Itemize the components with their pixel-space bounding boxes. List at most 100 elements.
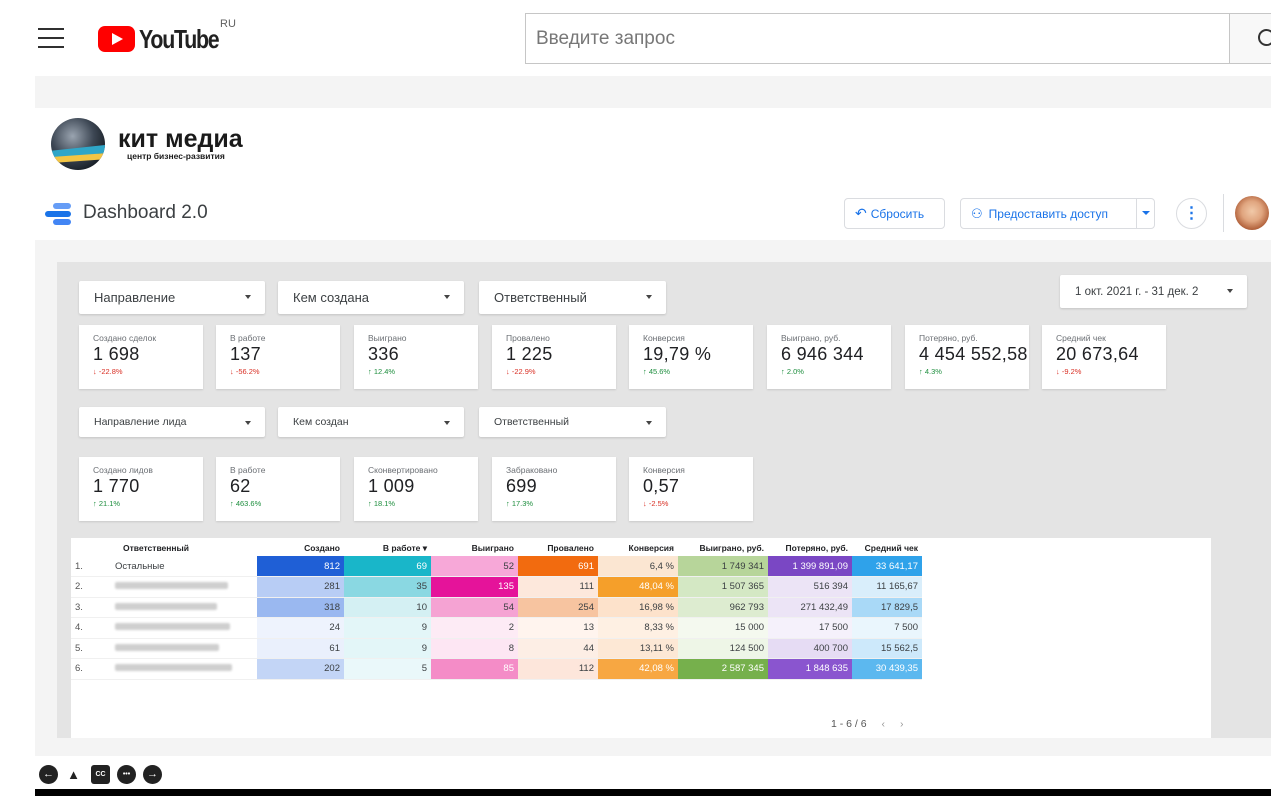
captions-icon[interactable]: CC xyxy=(91,765,110,784)
kpi-value: 699 xyxy=(506,476,537,496)
report-canvas: Направление Кем создана Ответственный 1 … xyxy=(57,262,1271,738)
column-header[interactable]: В работе ▾ xyxy=(344,540,431,556)
kpi-value: 336 xyxy=(368,344,399,364)
deal-kpi-card: Провалено 1 225 ↓ -22.9% xyxy=(492,325,616,389)
kpi-value: 6 946 344 xyxy=(781,344,864,364)
search-icon xyxy=(1258,29,1271,46)
responsible-name xyxy=(111,617,257,639)
column-header[interactable]: Выиграно, руб. xyxy=(678,540,768,556)
data-table: Ответственный Создано В работе ▾ Выиграно Пр… xyxy=(71,540,922,680)
kpi-delta: ↓ -22.8% xyxy=(93,367,123,376)
reset-button[interactable]: ↶ Сбросить xyxy=(844,198,945,229)
redacted-name xyxy=(115,643,219,651)
kpi-label: Создано сделок xyxy=(93,333,157,343)
table-cell: 17 829,5 xyxy=(852,597,922,618)
table-cell: 9 xyxy=(344,617,431,639)
player-controls: ← ▲ CC ••• → xyxy=(35,756,1271,790)
kpi-value: 0,57 xyxy=(643,476,680,496)
kpi-delta: ↑ 463.6% xyxy=(230,499,262,508)
responsible-name xyxy=(111,576,257,598)
table-cell: 5 xyxy=(344,658,431,680)
region-label: RU xyxy=(220,18,236,30)
kpi-label: Создано лидов xyxy=(93,465,153,475)
column-header[interactable]: Провалено xyxy=(518,540,598,556)
column-header[interactable]: Потеряно, руб. xyxy=(768,540,852,556)
column-header[interactable]: Ответственный xyxy=(111,540,257,556)
upload-icon[interactable]: ▲ xyxy=(64,765,83,784)
search-button[interactable] xyxy=(1229,13,1271,64)
more-icon[interactable]: ••• xyxy=(117,765,136,784)
table-row[interactable]: 4. 24 9 2 13 8,33 % 15 000 17 500 7 500 xyxy=(71,617,922,639)
filter-lead-direction[interactable]: Направление лида xyxy=(79,407,265,437)
more-options-icon[interactable]: ⋮ xyxy=(1176,198,1207,229)
kpi-value: 1 770 xyxy=(93,476,140,496)
table-cell: 13 xyxy=(518,617,598,639)
responsible-name: Остальные xyxy=(111,556,257,577)
table-row[interactable]: 5. 61 9 8 44 13,11 % 124 500 400 700 15 562,5 xyxy=(71,638,922,659)
date-range-picker[interactable]: 1 окт. 2021 г. - 31 дек. 2 xyxy=(1060,275,1247,308)
column-header[interactable]: Средний чек xyxy=(852,540,922,556)
filter-lead-responsible[interactable]: Ответственный xyxy=(479,407,666,437)
search-input[interactable] xyxy=(526,14,1229,63)
share-button[interactable]: ⚇ Предоставить доступ xyxy=(960,198,1155,229)
table-cell: 10 xyxy=(344,597,431,618)
table-cell: 11 165,67 xyxy=(852,576,922,598)
table-row[interactable]: 6. 202 5 85 112 42,08 % 2 587 345 1 848 635 30 4… xyxy=(71,658,922,680)
table-cell: 202 xyxy=(257,658,344,680)
table-row[interactable]: 3. 318 10 54 254 16,98 % 962 793 271 432,49 17 8… xyxy=(71,597,922,618)
pagination-label: 1 - 6 / 6 xyxy=(831,718,867,730)
avatar[interactable] xyxy=(1235,196,1269,230)
column-header[interactable]: Выиграно xyxy=(431,540,518,556)
table-cell: 8,33 % xyxy=(598,617,678,639)
next-page-icon[interactable]: › xyxy=(900,718,904,730)
row-index: 6. xyxy=(71,658,111,680)
table-cell: 7 500 xyxy=(852,617,922,639)
kpi-delta: ↑ 12.4% xyxy=(368,367,396,376)
lead-kpi-card: Сконвертировано 1 009 ↑ 18.1% xyxy=(354,457,478,521)
menu-icon[interactable] xyxy=(38,28,64,48)
column-header[interactable]: Конверсия xyxy=(598,540,678,556)
table-cell: 400 700 xyxy=(768,638,852,659)
kpi-label: Конверсия xyxy=(643,465,685,475)
row-index: 3. xyxy=(71,597,111,618)
filter-responsible[interactable]: Ответственный xyxy=(479,281,666,314)
table-cell: 15 000 xyxy=(678,617,768,639)
table-cell: 16,98 % xyxy=(598,597,678,618)
search-box[interactable] xyxy=(525,13,1230,64)
filter-lead-created-by[interactable]: Кем создан xyxy=(278,407,464,437)
table-cell: 271 432,49 xyxy=(768,597,852,618)
table-cell: 69 xyxy=(344,556,431,577)
kpi-delta: ↓ -9.2% xyxy=(1056,367,1082,376)
brand-name: кит медиа xyxy=(118,125,243,153)
kpi-delta: ↓ -22.9% xyxy=(506,367,536,376)
table-row[interactable]: 2. 281 35 135 111 48,04 % 1 507 365 516 394 11 1… xyxy=(71,576,922,598)
kpi-value: 1 009 xyxy=(368,476,415,496)
kpi-delta: ↓ -56.2% xyxy=(230,367,260,376)
table-cell: 111 xyxy=(518,576,598,598)
lead-kpi-card: Забраковано 699 ↑ 17.3% xyxy=(492,457,616,521)
table-cell: 44 xyxy=(518,638,598,659)
video-frame[interactable]: кит медиа центр бизнес-развития Dashboar… xyxy=(35,76,1271,796)
lead-kpi-card: В работе 62 ↑ 463.6% xyxy=(216,457,340,521)
share-options-chevron-icon[interactable] xyxy=(1136,199,1154,228)
table-cell: 54 xyxy=(431,597,518,618)
table-cell: 52 xyxy=(431,556,518,577)
table-cell: 691 xyxy=(518,556,598,577)
back-icon[interactable]: ← xyxy=(39,765,58,784)
deal-kpi-card: Средний чек 20 673,64 ↓ -9.2% xyxy=(1042,325,1166,389)
kpi-delta: ↑ 18.1% xyxy=(368,499,396,508)
column-header[interactable]: Создано xyxy=(257,540,344,556)
forward-icon[interactable]: → xyxy=(143,765,162,784)
kpi-label: Выиграно xyxy=(368,333,407,343)
youtube-header: YouTube RU xyxy=(0,0,1271,76)
redacted-name xyxy=(115,623,230,631)
table-row[interactable]: 1. Остальные 812 69 52 691 6,4 % 1 749 341 1 399… xyxy=(71,556,922,577)
kpi-value: 62 xyxy=(230,476,251,496)
filter-created-by[interactable]: Кем создана xyxy=(278,281,464,314)
prev-page-icon[interactable]: ‹ xyxy=(882,718,886,730)
table-cell: 85 xyxy=(431,658,518,680)
youtube-logo[interactable]: YouTube xyxy=(98,24,236,54)
table-cell: 33 641,17 xyxy=(852,556,922,577)
filter-direction[interactable]: Направление xyxy=(79,281,265,314)
kpi-delta: ↑ 17.3% xyxy=(506,499,534,508)
